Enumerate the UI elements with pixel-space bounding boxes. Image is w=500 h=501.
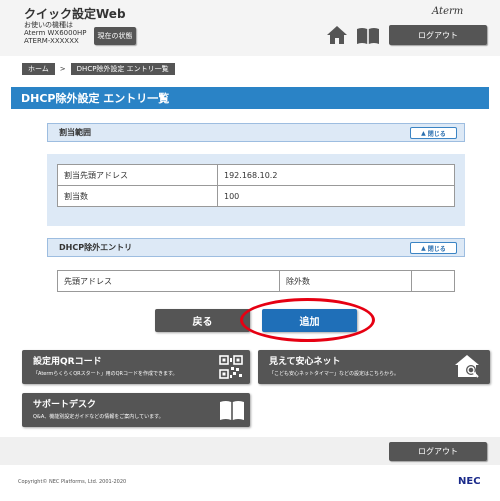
support-desk-tile-desc: Q&A、機能別設定ガイドなどの情報をご案内しています。 <box>33 414 164 420</box>
page-title: DHCP除外設定 エントリ一覧 <box>11 87 489 109</box>
back-button[interactable]: 戻る <box>155 309 250 332</box>
qr-code-icon <box>219 355 243 379</box>
assignment-range-panel-header: 割当範囲 ▲ 閉じる <box>47 123 465 142</box>
column-exclusion-count: 除外数 <box>279 270 412 292</box>
device-label: お使いの機種は <box>24 21 73 29</box>
mieru-anshin-net-tile[interactable]: 見えて安心ネット 「こども安心ネットタイマー」などの設定はこちらから。 <box>258 350 490 384</box>
chevron-up-icon: ▲ <box>421 244 426 252</box>
current-status-button[interactable]: 現在の状態 <box>94 27 136 45</box>
aterm-logo: Aterm <box>432 6 464 17</box>
house-search-icon <box>455 355 479 378</box>
exclusion-entry-title: DHCP除外エントリ <box>59 243 133 252</box>
nec-logo: NEC <box>458 476 481 487</box>
breadcrumb-current: DHCP除外設定 エントリ一覧 <box>70 63 175 75</box>
column-actions <box>411 270 455 292</box>
assign-count-value: 100 <box>217 185 455 207</box>
highlight-annotation <box>240 298 375 342</box>
device-name: ATERM-XXXXXX <box>24 37 79 45</box>
qr-code-tile-title: 設定用QRコード <box>33 357 102 367</box>
manual-book-icon[interactable] <box>356 27 380 45</box>
table-row: 割当先頭アドレス 192.168.10.2 <box>57 164 455 186</box>
mieru-anshin-tile-title: 見えて安心ネット <box>269 357 341 367</box>
assignment-close-label: 閉じる <box>427 130 446 138</box>
exclusion-close-label: 閉じる <box>427 245 446 253</box>
column-start-address: 先頭アドレス <box>57 270 280 292</box>
exclusion-entry-table: 先頭アドレス 除外数 <box>57 270 455 292</box>
qr-code-tile[interactable]: 設定用QRコード 「AtermらくらくQRスタート」用のQRコードを作成できます… <box>22 350 250 384</box>
assign-start-value: 192.168.10.2 <box>217 164 455 186</box>
home-icon[interactable] <box>326 25 348 45</box>
support-desk-tile[interactable]: サポートデスク Q&A、機能別設定ガイドなどの情報をご案内しています。 <box>22 393 250 427</box>
assignment-range-title: 割当範囲 <box>59 128 91 137</box>
chevron-up-icon: ▲ <box>421 129 426 137</box>
exclusion-entry-panel-header: DHCP除外エントリ ▲ 閉じる <box>47 238 465 257</box>
breadcrumb: ホーム > DHCP除外設定 エントリ一覧 <box>22 63 175 75</box>
support-desk-tile-title: サポートデスク <box>33 400 97 410</box>
book-icon <box>220 401 244 420</box>
breadcrumb-home[interactable]: ホーム <box>22 63 55 75</box>
table-header-row: 先頭アドレス 除外数 <box>57 270 455 292</box>
logout-button-top[interactable]: ログアウト <box>389 25 487 45</box>
mieru-anshin-tile-desc: 「こども安心ネットタイマー」などの設定はこちらから。 <box>269 371 400 377</box>
logout-button-bottom[interactable]: ログアウト <box>389 442 487 461</box>
qr-code-tile-desc: 「AtermらくらくQRスタート」用のQRコードを作成できます。 <box>33 371 178 377</box>
exclusion-close-button[interactable]: ▲ 閉じる <box>410 242 457 254</box>
copyright: Copyright© NEC Platforms, Ltd. 2001-2020 <box>18 479 127 485</box>
device-info: お使いの機種は Aterm WX6000HP ATERM-XXXXXX <box>24 21 87 45</box>
assignment-close-button[interactable]: ▲ 閉じる <box>410 127 457 139</box>
assign-count-label: 割当数 <box>57 185 218 207</box>
breadcrumb-separator: > <box>59 65 66 73</box>
assignment-range-table: 割当先頭アドレス 192.168.10.2 割当数 100 <box>57 164 455 207</box>
device-model: Aterm WX6000HP <box>24 29 87 37</box>
app-title: クイック設定Web <box>24 7 126 21</box>
assign-start-label: 割当先頭アドレス <box>57 164 218 186</box>
table-row: 割当数 100 <box>57 185 455 207</box>
